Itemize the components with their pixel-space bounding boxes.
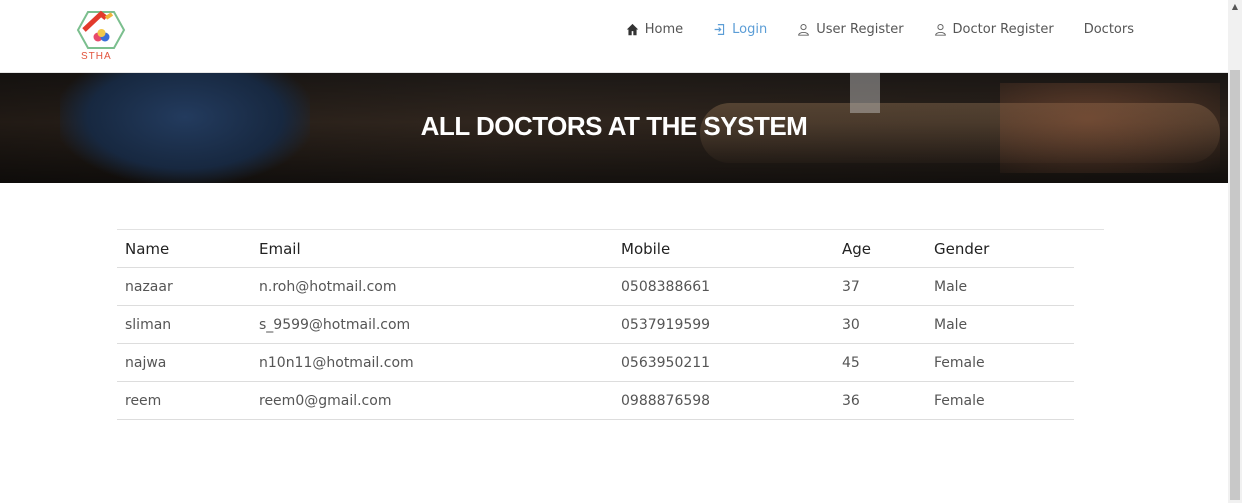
nav-doctors-label: Doctors (1083, 22, 1134, 37)
cell-name: sliman (117, 305, 251, 344)
doctors-table: Name Email Mobile Age Gender nazaar n.ro… (117, 230, 1074, 420)
column-header-mobile: Mobile (613, 230, 834, 268)
login-icon (714, 24, 725, 35)
cell-age: 30 (834, 305, 926, 344)
user-icon (798, 23, 810, 36)
nav-doctors[interactable]: Doctors (1084, 22, 1134, 37)
user-icon (934, 23, 946, 36)
logo-text: STHA (81, 51, 112, 62)
column-header-age: Age (834, 230, 926, 268)
nav-home[interactable]: Home (626, 22, 683, 37)
cell-mobile: 0563950211 (613, 343, 834, 382)
nav-login-label: Login (732, 22, 768, 37)
cell-gender: Female (926, 343, 1074, 382)
cell-gender: Male (926, 305, 1074, 344)
logo-icon (76, 10, 126, 49)
doctors-table-container: Name Email Mobile Age Gender nazaar n.ro… (117, 229, 1104, 420)
nav-user-register[interactable]: User Register (797, 22, 904, 37)
page-title: ALL DOCTORS AT THE SYSTEM (420, 111, 808, 141)
cell-mobile: 0537919599 (613, 305, 834, 344)
column-header-name: Name (117, 230, 251, 268)
home-icon (626, 23, 638, 36)
scrollbar-thumb[interactable] (1230, 70, 1240, 500)
main-nav: Home Login User Register Doctor Register (626, 22, 1134, 37)
page-banner: ALL DOCTORS AT THE SYSTEM (0, 73, 1228, 183)
cell-name: reem (117, 381, 251, 420)
top-navbar: STHA Home Login User Register Doctor Reg… (0, 0, 1228, 73)
cell-name: nazaar (117, 267, 251, 306)
cell-gender: Male (926, 267, 1074, 306)
nav-doctor-register[interactable]: Doctor Register (934, 22, 1054, 37)
column-header-email: Email (251, 230, 613, 268)
cell-email: n.roh@hotmail.com (251, 267, 613, 306)
cell-mobile: 0988876598 (613, 381, 834, 420)
cell-email: s_9599@hotmail.com (251, 305, 613, 344)
cell-email: reem0@gmail.com (251, 381, 613, 420)
nav-user-register-label: User Register (816, 22, 904, 37)
nav-home-label: Home (644, 22, 684, 37)
table-row: nazaar n.roh@hotmail.com 0508388661 37 M… (117, 267, 1074, 306)
scroll-up-icon[interactable]: ▲ (1228, 0, 1242, 14)
table-header-row: Name Email Mobile Age Gender (117, 230, 1074, 268)
cell-name: najwa (117, 343, 251, 382)
cell-gender: Female (926, 381, 1074, 420)
cell-age: 36 (834, 381, 926, 420)
cell-mobile: 0508388661 (613, 267, 834, 306)
table-row: sliman s_9599@hotmail.com 0537919599 30 … (117, 305, 1074, 344)
banner-background-shape (850, 73, 880, 113)
cell-email: n10n11@hotmail.com (251, 343, 613, 382)
cell-age: 45 (834, 343, 926, 382)
table-row: reem reem0@gmail.com 0988876598 36 Femal… (117, 381, 1074, 420)
page-scrollbar[interactable]: ▲ (1228, 0, 1242, 503)
nav-doctor-register-label: Doctor Register (952, 22, 1054, 37)
cell-age: 37 (834, 267, 926, 306)
site-logo[interactable]: STHA (76, 8, 126, 68)
column-header-gender: Gender (926, 230, 1074, 268)
table-row: najwa n10n11@hotmail.com 0563950211 45 F… (117, 343, 1074, 382)
nav-login[interactable]: Login (713, 22, 767, 37)
